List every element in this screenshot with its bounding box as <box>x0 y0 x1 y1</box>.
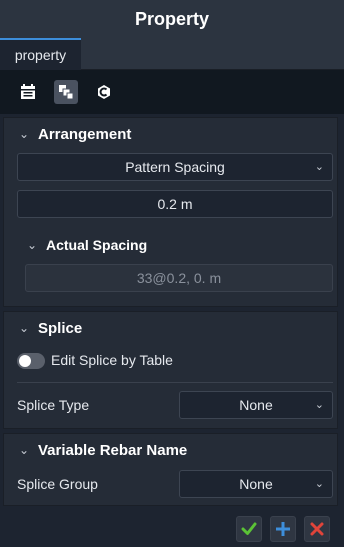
splice-type-value: None <box>239 397 273 413</box>
edit-splice-toggle[interactable] <box>17 353 45 369</box>
actual-spacing-value: 33@0.2, 0. m <box>136 270 222 286</box>
chevron-down-icon: ⌄ <box>26 238 38 252</box>
cancel-button[interactable] <box>304 516 330 542</box>
splice-title: Splice <box>38 319 83 337</box>
chevron-down-icon: ⌄ <box>314 398 324 411</box>
divider <box>17 382 333 383</box>
splice-type-label: Splice Type <box>17 397 90 413</box>
arrangement-title: Arrangement <box>38 125 132 143</box>
toggle-knob <box>19 355 31 367</box>
toolbar <box>0 70 344 114</box>
spacing-input[interactable]: 0.2 m <box>17 190 333 218</box>
add-button[interactable] <box>270 516 296 542</box>
splice-header[interactable]: ⌄ Splice <box>4 312 82 344</box>
splice-group-select[interactable]: None ⌄ <box>179 470 333 498</box>
tab-property[interactable]: property <box>0 38 81 70</box>
chevron-down-icon: ⌄ <box>314 477 324 490</box>
actual-spacing-field: 33@0.2, 0. m <box>25 264 333 292</box>
splice-group-label: Splice Group <box>17 476 98 492</box>
arrangement-header[interactable]: ⌄ Arrangement <box>4 118 131 150</box>
splice-type-select[interactable]: None ⌄ <box>179 391 333 419</box>
layers-icon[interactable] <box>54 80 78 104</box>
plus-icon <box>276 522 290 536</box>
check-icon <box>241 522 257 535</box>
variable-rebar-name-header[interactable]: ⌄ Variable Rebar Name <box>4 434 187 466</box>
tab-bar: property <box>0 38 344 70</box>
calendar-icon[interactable] <box>16 80 40 104</box>
variable-rebar-name-section: ⌄ Variable Rebar Name Splice Group None … <box>3 433 338 506</box>
splice-section: ⌄ Splice Edit Splice by Table Splice Typ… <box>3 311 338 429</box>
close-icon <box>310 522 324 536</box>
chevron-down-icon: ⌄ <box>18 127 30 141</box>
variable-rebar-name-title: Variable Rebar Name <box>38 441 188 459</box>
chevron-down-icon: ⌄ <box>18 443 30 457</box>
footer <box>0 510 344 547</box>
confirm-button[interactable] <box>236 516 262 542</box>
chevron-down-icon: ⌄ <box>18 321 30 335</box>
actual-spacing-title: Actual Spacing <box>46 237 148 253</box>
c-code-icon[interactable] <box>92 80 116 104</box>
chevron-down-icon: ⌄ <box>314 160 324 173</box>
title-bar: Property <box>0 0 344 38</box>
splice-group-value: None <box>239 476 273 492</box>
arrangement-method-select[interactable]: Pattern Spacing ⌄ <box>17 153 333 181</box>
arrangement-method-value: Pattern Spacing <box>125 159 225 175</box>
actual-spacing-header[interactable]: ⌄ Actual Spacing <box>12 229 147 261</box>
spacing-value: 0.2 m <box>157 196 193 212</box>
arrangement-section: ⌄ Arrangement Pattern Spacing ⌄ 0.2 m ⌄ … <box>3 117 338 307</box>
panel-title: Property <box>134 8 210 29</box>
edit-splice-label: Edit Splice by Table <box>51 352 173 368</box>
